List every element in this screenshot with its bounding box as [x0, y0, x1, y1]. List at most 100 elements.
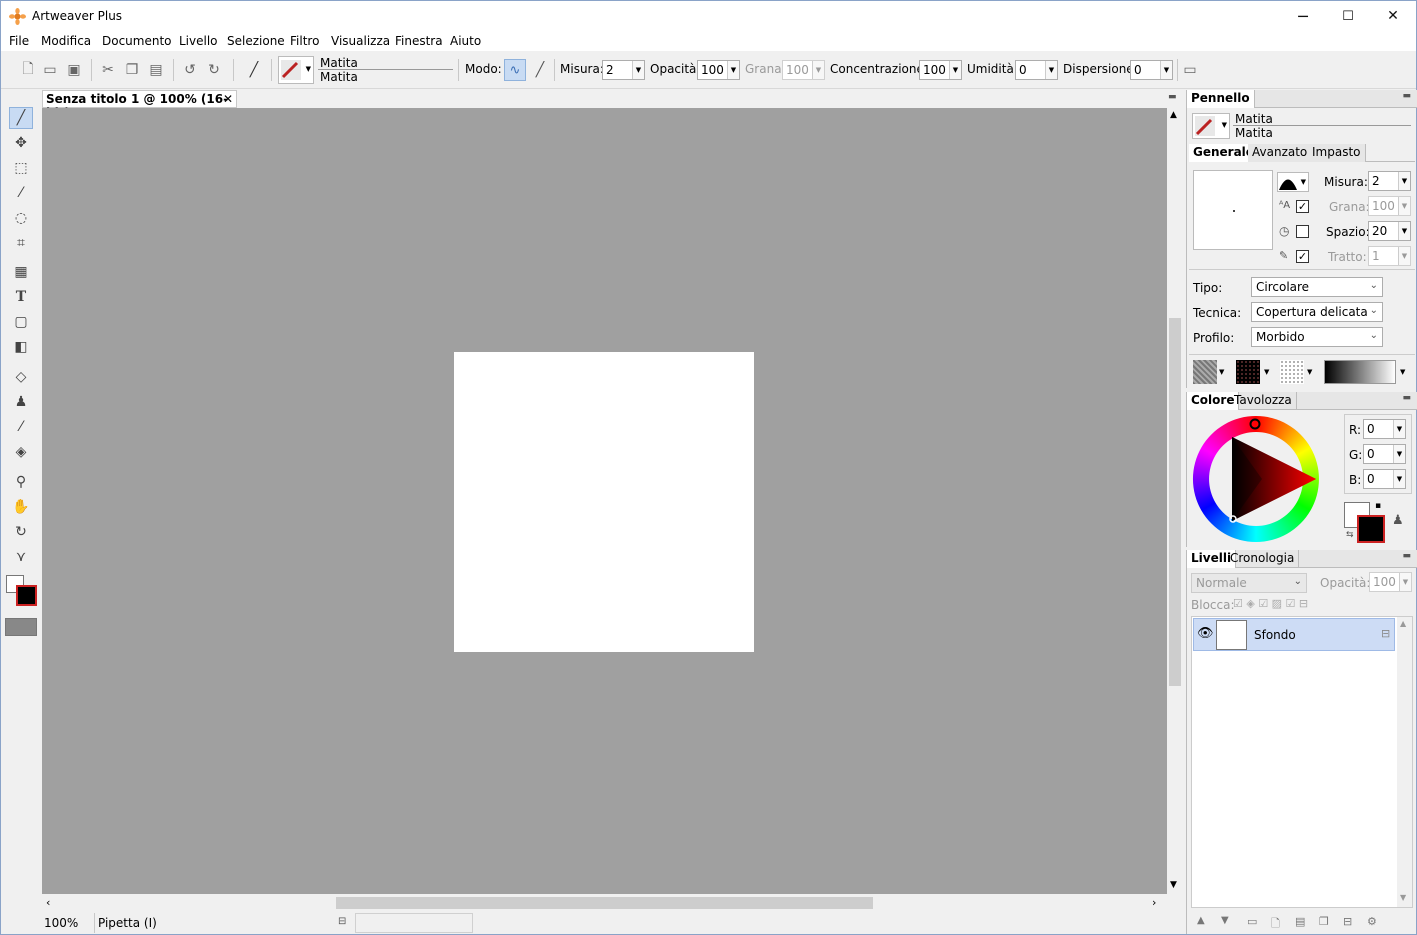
scroll-right-icon[interactable]: ›: [1152, 896, 1156, 909]
straight-line-mode-icon[interactable]: ╱: [529, 59, 551, 81]
chevron-down-icon[interactable]: ▼: [1219, 368, 1224, 376]
tab-impasto[interactable]: Impasto: [1308, 144, 1366, 162]
clone-stamp-icon[interactable]: ♟: [9, 391, 33, 413]
horizontal-scrollbar[interactable]: ‹ ›: [42, 894, 1167, 912]
tipo-select[interactable]: Circolare ⌄: [1251, 277, 1383, 297]
maximize-button[interactable]: ☐: [1325, 1, 1371, 31]
scroll-up-icon[interactable]: ▲: [1400, 619, 1406, 628]
menu-documento[interactable]: Documento: [102, 34, 172, 48]
panel-menu-icon[interactable]: ▬: [1168, 92, 1180, 102]
hand-icon[interactable]: ✋: [9, 496, 33, 518]
canvas-area[interactable]: [42, 108, 1167, 894]
chevron-down-icon[interactable]: ▼: [1400, 368, 1405, 376]
document-tab[interactable]: Senza titolo 1 @ 100% (16-bit) ✕: [42, 90, 237, 120]
scroll-thumb[interactable]: [336, 897, 873, 909]
menu-filtro[interactable]: Filtro: [290, 34, 319, 48]
tablet-settings-icon[interactable]: ▭: [1181, 61, 1199, 79]
primary-color-swatch[interactable]: [16, 585, 37, 606]
eraser-icon[interactable]: ◇: [9, 366, 33, 388]
menu-aiuto[interactable]: Aiuto: [450, 34, 481, 48]
size-pressure-checkbox[interactable]: ✓: [1296, 200, 1309, 213]
copy-icon[interactable]: ❐: [123, 61, 141, 79]
paint-bucket-icon[interactable]: ◈: [9, 441, 33, 463]
stroke-checkbox[interactable]: ✓: [1296, 250, 1309, 263]
chevron-down-icon[interactable]: ▼: [1264, 368, 1269, 376]
layer-row[interactable]: 👁 Sfondo ⊟: [1193, 618, 1395, 651]
scroll-left-icon[interactable]: ‹: [46, 896, 50, 909]
menu-livello[interactable]: Livello: [179, 34, 218, 48]
close-button[interactable]: ✕: [1370, 1, 1416, 31]
layer-scrollbar[interactable]: ▲ ▼: [1397, 617, 1412, 907]
eye-icon[interactable]: 👁: [1197, 626, 1214, 641]
delete-layer-icon[interactable]: ▤: [1295, 915, 1305, 928]
chevron-down-icon[interactable]: ▼: [1393, 445, 1405, 463]
spacing-checkbox[interactable]: [1296, 225, 1309, 238]
panel-menu-icon[interactable]: ▬: [1402, 393, 1411, 403]
rectangle-select-icon[interactable]: ⬚: [9, 157, 33, 179]
color-wheel[interactable]: [1192, 415, 1320, 543]
merge-layer-icon[interactable]: ⊟: [1343, 915, 1352, 928]
layer-down-icon[interactable]: ▼: [1221, 915, 1229, 926]
dispersione-field[interactable]: 0 ▼: [1130, 60, 1173, 80]
paper-texture-picker[interactable]: [5, 618, 37, 636]
menu-selezione[interactable]: Selezione: [227, 34, 285, 48]
chevron-down-icon[interactable]: ▼: [1045, 61, 1057, 79]
scroll-down-icon[interactable]: ▼: [1400, 893, 1406, 902]
status-options-icon[interactable]: ⊟: [338, 916, 346, 927]
menu-modifica[interactable]: Modifica: [41, 34, 91, 48]
chevron-down-icon[interactable]: ▼: [1160, 61, 1172, 79]
panel-menu-icon[interactable]: ▬: [1402, 551, 1411, 561]
chevron-down-icon[interactable]: ▼: [727, 61, 739, 79]
tab-tavolozza[interactable]: Tavolozza: [1230, 392, 1297, 410]
paste-icon[interactable]: ▤: [147, 61, 165, 79]
brush-preset-picker[interactable]: ▼: [278, 56, 314, 84]
g-field[interactable]: 0 ▼: [1363, 444, 1406, 464]
gradient-swatch[interactable]: [1324, 360, 1396, 384]
perspective-icon[interactable]: ▦: [9, 261, 33, 283]
opacita-field[interactable]: 100 ▼: [697, 60, 740, 80]
spazio-field[interactable]: 20 ▼: [1368, 221, 1411, 241]
eyedropper-icon[interactable]: ⁄: [9, 416, 33, 438]
chevron-down-icon[interactable]: ▼: [1393, 420, 1405, 438]
freehand-mode-icon[interactable]: ∿: [504, 59, 526, 81]
brush-shape-picker[interactable]: ▼: [1277, 172, 1309, 192]
chevron-down-icon[interactable]: ▼: [632, 61, 644, 79]
misura-field[interactable]: 2 ▼: [1368, 171, 1411, 191]
panel-menu-icon[interactable]: ▬: [1402, 91, 1411, 101]
tab-cronologia[interactable]: Cronologia: [1226, 550, 1300, 568]
move-tool-icon[interactable]: ✥: [9, 132, 33, 154]
document-canvas[interactable]: [454, 352, 754, 652]
chevron-down-icon[interactable]: ▼: [949, 61, 961, 79]
b-field[interactable]: 0 ▼: [1363, 469, 1406, 489]
gradient-icon[interactable]: ◧: [9, 336, 33, 358]
umidita-field[interactable]: 0 ▼: [1015, 60, 1058, 80]
tab-pennello[interactable]: Pennello: [1187, 90, 1255, 108]
lasso-icon[interactable]: ◌: [9, 207, 33, 229]
r-field[interactable]: 0 ▼: [1363, 419, 1406, 439]
zoom-icon[interactable]: ⚲: [9, 471, 33, 493]
layer-settings-icon[interactable]: ⚙: [1367, 915, 1377, 928]
chevron-down-icon[interactable]: ▼: [1398, 222, 1410, 240]
magic-wand-icon[interactable]: ⁄: [9, 182, 33, 204]
menu-visualizza[interactable]: Visualizza: [331, 34, 390, 48]
color-stamp-icon[interactable]: ♟: [1392, 513, 1404, 528]
layer-up-icon[interactable]: ▲: [1197, 915, 1205, 926]
swap-colors-icon[interactable]: ▪: [1375, 501, 1381, 511]
save-icon[interactable]: ▣: [65, 61, 83, 79]
tecnica-select[interactable]: Copertura delicata ⌄: [1251, 302, 1383, 322]
scroll-down-icon[interactable]: ▼: [1170, 880, 1177, 890]
grain-swatch[interactable]: [1280, 360, 1304, 384]
vertical-scrollbar[interactable]: ▲ ▼: [1167, 108, 1183, 894]
tab-avanzato[interactable]: Avanzato: [1248, 144, 1313, 162]
close-tab-icon[interactable]: ✕: [223, 92, 233, 106]
new-layer-icon[interactable]: 🗋: [1271, 915, 1280, 934]
text-tool-icon[interactable]: T: [9, 286, 33, 308]
shape-tool-icon[interactable]: ▢: [9, 311, 33, 333]
mirror-icon[interactable]: ⋎: [9, 546, 33, 568]
undo-icon[interactable]: ↺: [181, 61, 199, 79]
brush-tool-icon[interactable]: ╱: [245, 61, 263, 79]
chevron-down-icon[interactable]: ▼: [1393, 470, 1405, 488]
new-document-icon[interactable]: 🗋: [19, 61, 37, 79]
reset-colors-icon[interactable]: ⇆: [1346, 530, 1354, 540]
chevron-down-icon[interactable]: ▼: [1307, 368, 1312, 376]
